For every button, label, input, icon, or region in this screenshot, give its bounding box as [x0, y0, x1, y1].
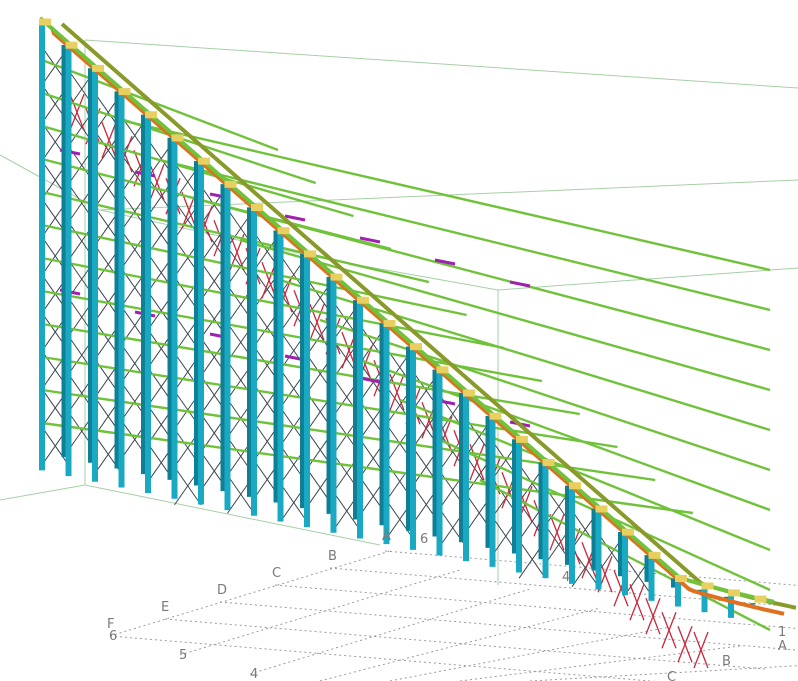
top-node [728, 589, 740, 597]
grid-label-6-left: 6 [109, 629, 117, 644]
grid-label-6-right: 6 [420, 532, 428, 547]
top-node [92, 64, 104, 72]
grid-label-4-left: 4 [250, 667, 258, 681]
top-node [171, 134, 184, 142]
grid-label-1-right: 1 [778, 625, 786, 640]
grid-label-e-upper: E [161, 600, 169, 615]
top-node [118, 88, 131, 96]
top-node [357, 296, 369, 304]
top-node [595, 505, 608, 513]
grid-label-5-left: 5 [179, 648, 187, 663]
top-node [198, 157, 210, 165]
top-node [489, 412, 502, 420]
top-node [675, 575, 687, 582]
top-node [304, 250, 316, 258]
grid-label-4-right: 4 [562, 570, 570, 585]
top-node [436, 366, 449, 374]
top-node [251, 204, 263, 211]
top-node [410, 343, 422, 351]
top-node [39, 18, 51, 26]
grid-label-c-lower: C [667, 670, 676, 681]
top-node [330, 273, 343, 281]
top-node [224, 180, 237, 188]
grid-label-b-lower: B [722, 654, 731, 669]
model-viewport[interactable]: A B C D E F 6 5 4 6 4 1 A B C [0, 0, 798, 681]
top-node [65, 41, 78, 49]
top-node [516, 435, 528, 443]
top-node [542, 459, 555, 467]
grid-label-a-lower: A [778, 639, 787, 654]
top-node [701, 582, 714, 590]
top-node [277, 227, 290, 235]
top-node [648, 551, 661, 559]
grid-label-c-upper: C [272, 566, 281, 581]
top-node [754, 595, 767, 603]
grid-label-d-upper: D [217, 583, 227, 598]
top-node [463, 389, 475, 397]
top-node [622, 528, 634, 536]
top-node [383, 319, 396, 327]
grid-label-b-upper: B [328, 549, 337, 564]
grid-label-a-upper: A [382, 529, 391, 544]
top-node [569, 482, 581, 490]
top-node [145, 111, 157, 119]
